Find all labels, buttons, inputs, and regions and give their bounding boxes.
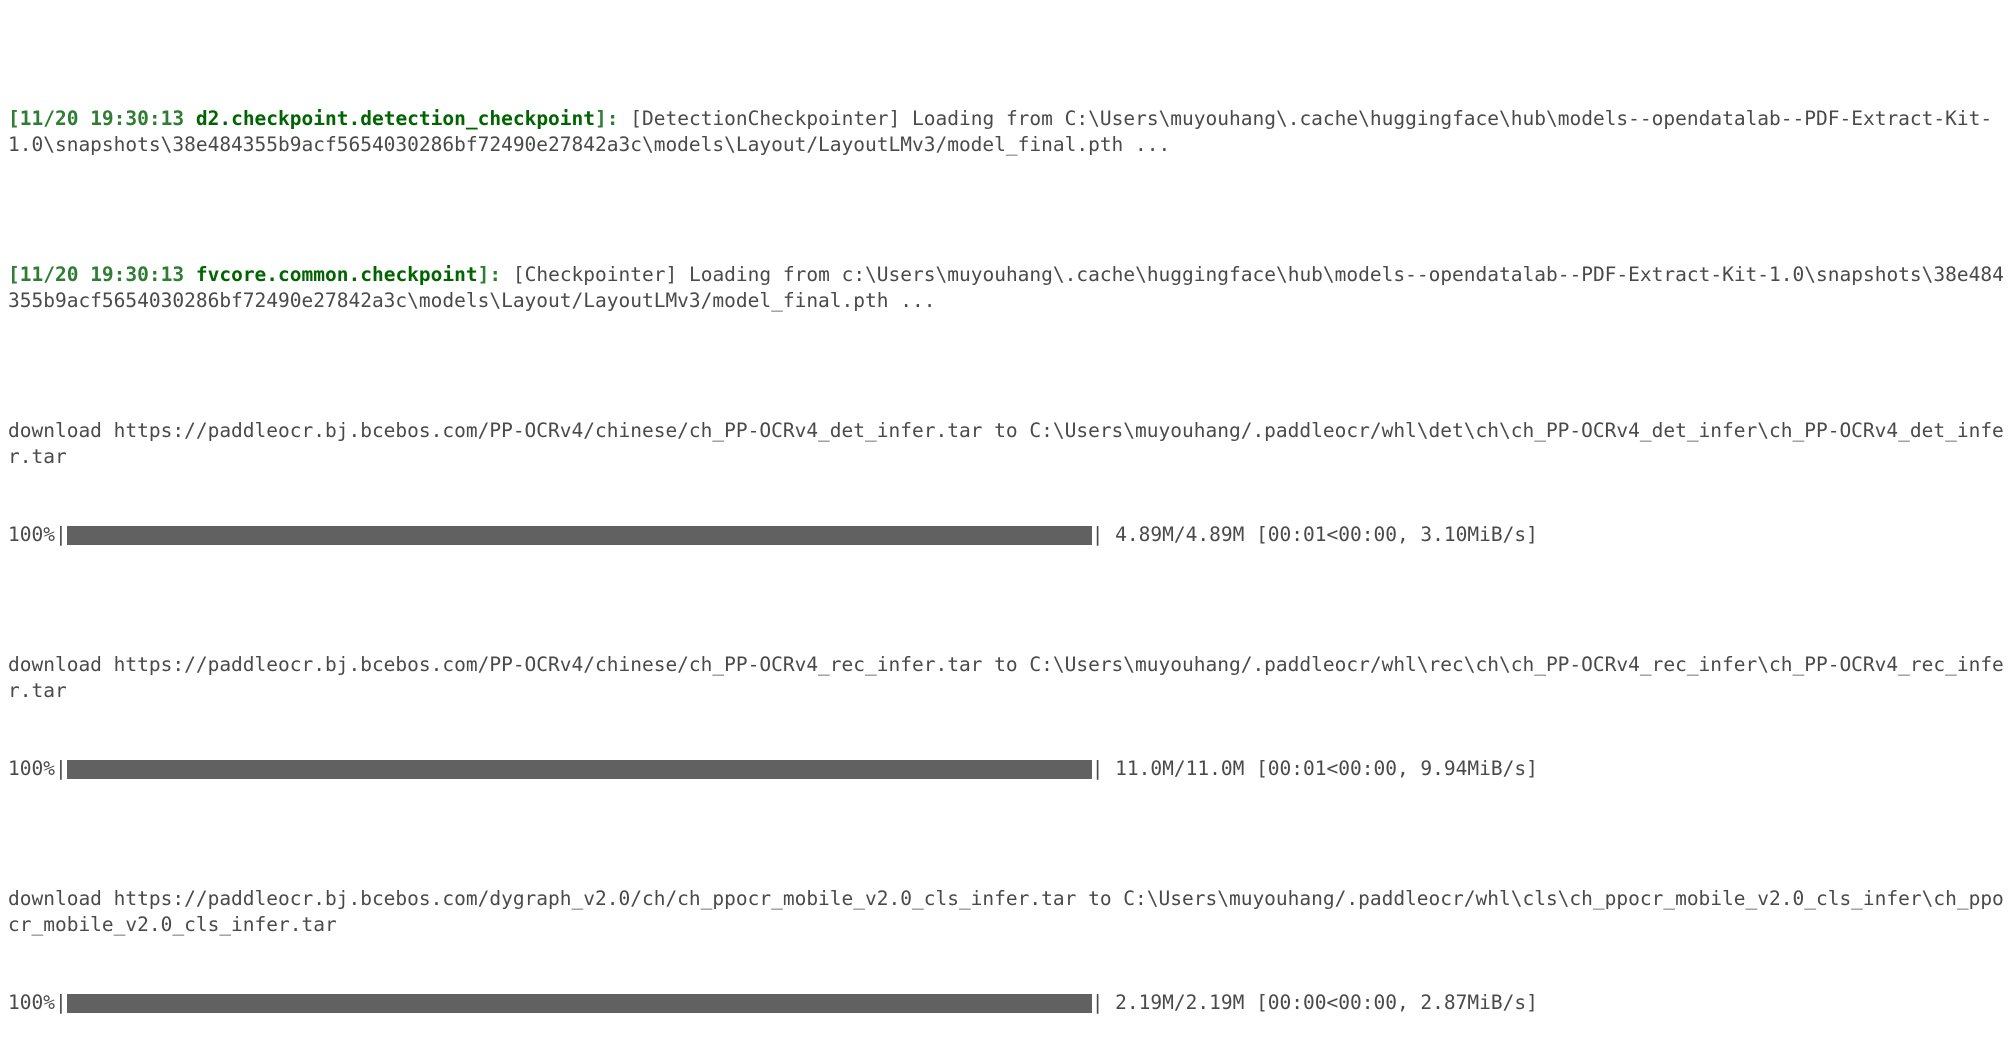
log-timestamp: 11/20 19:30:13 [20, 263, 196, 286]
progress-row: 100%| | 2.19M/2.19M [00:00<00:00, 2.87Mi… [8, 990, 2004, 1016]
progress-pct: 100%| [8, 522, 67, 548]
progress-bar [67, 526, 1092, 545]
log-line: [11/20 19:30:13 fvcore.common.checkpoint… [8, 262, 2004, 314]
progress-pct: 100%| [8, 756, 67, 782]
progress-pct: 100%| [8, 990, 67, 1016]
log-line: [11/20 19:30:13 d2.checkpoint.detection_… [8, 106, 2004, 158]
download-line: download https://paddleocr.bj.bcebos.com… [8, 652, 2004, 704]
progress-stats: | 11.0M/11.0M [00:01<00:00, 9.94MiB/s] [1092, 756, 1538, 782]
progress-stats: | 4.89M/4.89M [00:01<00:00, 3.10MiB/s] [1092, 522, 1538, 548]
log-timestamp: 11/20 19:30:13 [20, 107, 196, 130]
log-module: fvcore.common.checkpoint [196, 263, 478, 286]
progress-stats: | 2.19M/2.19M [00:00<00:00, 2.87MiB/s] [1092, 990, 1538, 1016]
log-module: d2.checkpoint.detection_checkpoint [196, 107, 595, 130]
bracket-close: ]: [595, 107, 630, 130]
progress-row: 100%| | 4.89M/4.89M [00:01<00:00, 3.10Mi… [8, 522, 2004, 548]
bracket-open: [ [8, 263, 20, 286]
terminal-output: [11/20 19:30:13 d2.checkpoint.detection_… [0, 0, 2012, 1048]
download-line: download https://paddleocr.bj.bcebos.com… [8, 418, 2004, 470]
progress-bar [67, 760, 1092, 779]
bracket-open: [ [8, 107, 20, 130]
progress-bar [67, 994, 1092, 1013]
progress-row: 100%| | 11.0M/11.0M [00:01<00:00, 9.94Mi… [8, 756, 2004, 782]
download-line: download https://paddleocr.bj.bcebos.com… [8, 886, 2004, 938]
bracket-close: ]: [478, 263, 513, 286]
